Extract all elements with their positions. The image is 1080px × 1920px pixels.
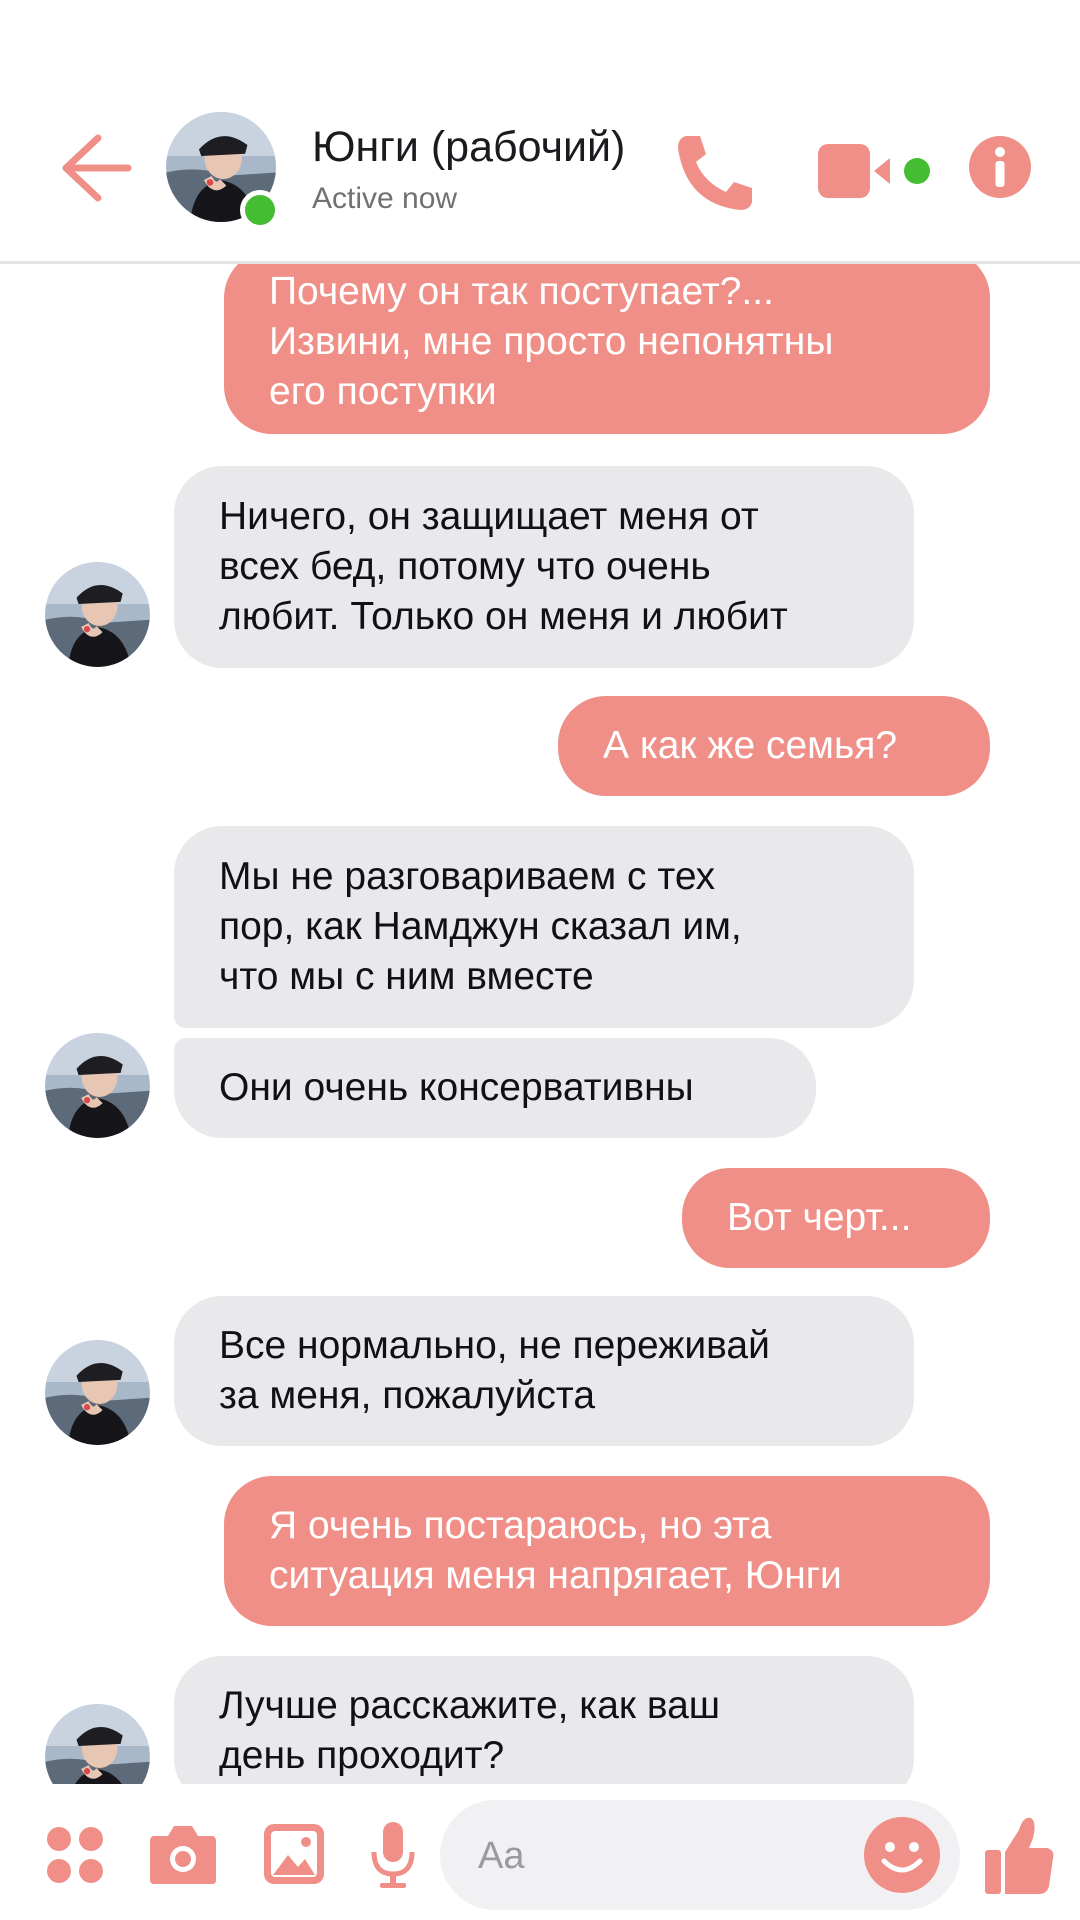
message-bubble-incoming[interactable]: Ничего, он защищает меня от всех бед, по… [174,466,914,668]
message-text: его поступки [269,370,497,413]
message-bubble-incoming[interactable]: Все нормально, не переживай за меня, пож… [174,1296,914,1446]
contact-avatar-small[interactable] [45,562,150,667]
message-text: Вот черт... [727,1196,912,1239]
message-text: Мы не разговариваем с тех [219,855,716,898]
message-text: за меня, пожалуйста [219,1374,596,1417]
message-bubble-outgoing[interactable]: Я очень постараюсь, но эта ситуация меня… [224,1476,990,1626]
back-arrow-icon[interactable] [58,128,132,208]
camera-icon[interactable] [148,1822,218,1886]
contact-name[interactable]: Юнги (рабочий) [312,123,625,172]
message-text: Я очень постараюсь, но эта [269,1504,772,1547]
chat-header: Юнги (рабочий) Active now [0,0,1080,264]
four-dots-icon[interactable] [46,1826,104,1884]
message-text: пор, как Намджун сказал им, [219,905,742,948]
contact-avatar-small[interactable] [45,1033,150,1138]
contact-avatar-small[interactable] [45,1340,150,1445]
video-online-dot [904,158,930,184]
message-bubble-incoming[interactable]: Мы не разговариваем с тех пор, как Намдж… [174,826,914,1028]
message-text: любит. Только он меня и любит [219,595,788,638]
contact-status: Active now [312,182,458,215]
message-text: что мы с ним вместе [219,955,594,998]
info-icon[interactable] [968,135,1032,199]
message-text: Лучше расскажите, как ваш [219,1684,721,1727]
message-bubble-outgoing[interactable]: А как же семья? [558,696,990,796]
message-text: всех бед, потому что очень [219,545,711,588]
message-bubble-outgoing[interactable]: Почему он так поступает?... Извини, мне … [224,264,990,434]
message-text: Ничего, он защищает меня от [219,495,759,538]
message-bubble-incoming[interactable]: Лучше расскажите, как ваш день проходит? [174,1656,914,1784]
microphone-icon[interactable] [370,1820,416,1890]
message-text: день проходит? [219,1734,505,1777]
message-text: Все нормально, не переживай [219,1324,770,1367]
thumbs-up-icon[interactable] [983,1812,1055,1896]
image-icon[interactable] [262,1822,326,1886]
message-text: Извини, мне просто непонятны [269,320,834,363]
smiley-icon[interactable] [862,1815,942,1895]
online-status-dot [240,190,280,230]
message-text: А как же семья? [603,724,898,767]
message-text: Они очень консервативны [219,1066,694,1109]
contact-avatar-small[interactable] [45,1704,150,1784]
message-bubble-incoming[interactable]: Они очень консервативны [174,1038,816,1138]
phone-icon[interactable] [672,130,758,216]
message-bubble-outgoing[interactable]: Вот черт... [682,1168,990,1268]
message-text: Почему он так поступает?... [269,270,774,313]
message-input[interactable] [476,1800,860,1912]
message-text: ситуация меня напрягает, Юнги [269,1554,842,1597]
message-list[interactable]: Почему он так поступает?... Извини, мне … [0,264,1080,1784]
